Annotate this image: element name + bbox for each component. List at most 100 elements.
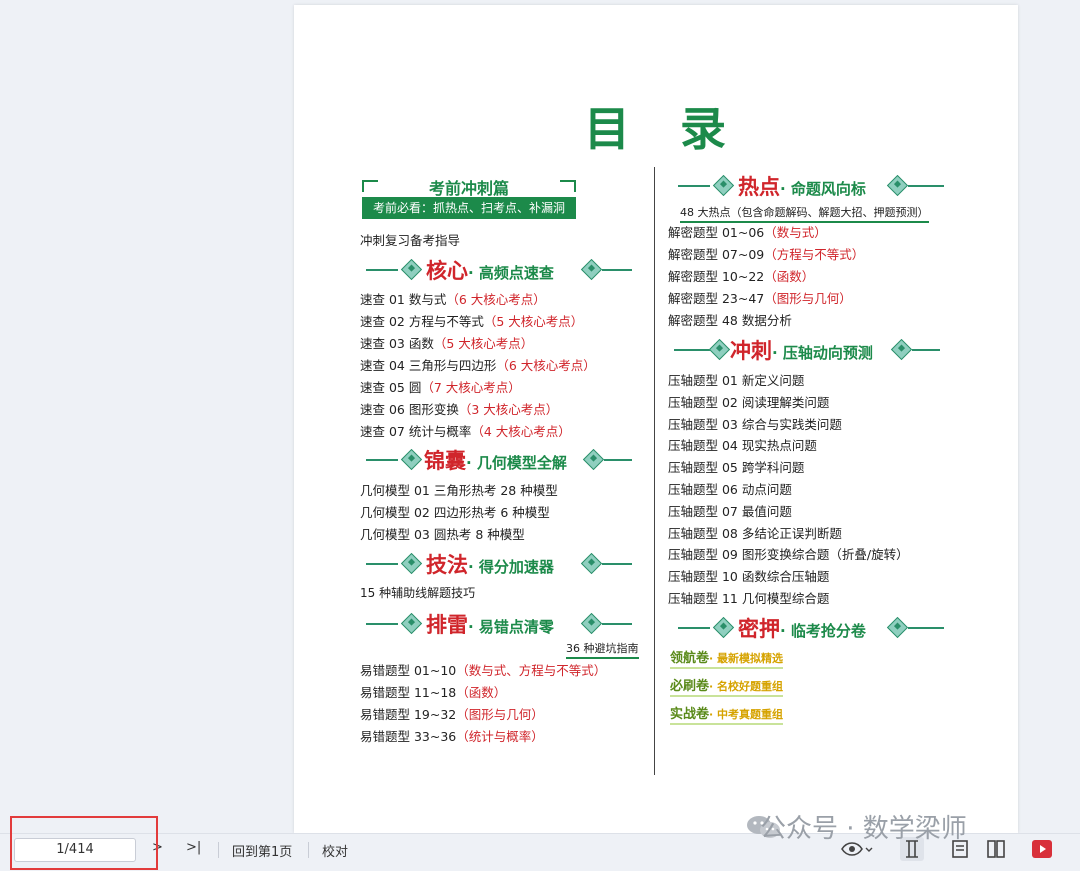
section-red-title: 热点 (738, 175, 780, 199)
section-green-title: · 几何模型全解 (466, 454, 567, 472)
proofread-button[interactable]: 校对 (322, 841, 348, 860)
final-item[interactable]: 压轴题型 02 阅读理解类问题 (668, 395, 829, 411)
hotspot-item[interactable]: 解密题型 48 数据分析 (668, 313, 792, 329)
column-divider (654, 167, 655, 775)
hotspot-item-label: 解密题型 01~06 (668, 225, 765, 240)
paper-item[interactable]: 实战卷· 中考真题重组 (670, 703, 784, 725)
separator (308, 842, 309, 858)
final-item[interactable]: 压轴题型 01 新定义问题 (668, 373, 804, 389)
ornament-line (366, 459, 398, 461)
hotspot-item-note: （数与式） (764, 225, 827, 240)
diamond-icon (580, 258, 603, 281)
sprint-section-subtitle: 考前必看：抓热点、扫考点、补漏洞 (362, 197, 576, 219)
model-item[interactable]: 几何模型 03 圆热考 8 种模型 (360, 527, 525, 543)
final-item[interactable]: 压轴题型 04 现实热点问题 (668, 438, 817, 454)
final-item-label: 压轴题型 10 函数综合压轴题 (668, 569, 830, 585)
core-item[interactable]: 速查 03 函数（5 大核心考点） (360, 336, 533, 352)
hotspot-item[interactable]: 解密题型 01~06（数与式） (668, 225, 827, 241)
core-item[interactable]: 速查 06 图形变换（3 大核心考点） (360, 402, 558, 418)
final-item[interactable]: 压轴题型 05 跨学科问题 (668, 460, 804, 476)
hotspot-item-note: （函数） (764, 269, 815, 284)
paper-desc: · 最新模拟精选 (709, 652, 784, 665)
ornament-line (912, 349, 940, 351)
core-item-note: （6 大核心考点） (446, 292, 546, 307)
core-item[interactable]: 速查 02 方程与不等式（5 大核心考点） (360, 314, 583, 330)
core-item-label: 速查 02 方程与不等式 (360, 314, 484, 329)
ornament-line (366, 269, 398, 271)
ornament-line (604, 459, 632, 461)
section-green-title: · 命题风向标 (780, 180, 866, 198)
ornament-line (366, 623, 398, 625)
core-item-label: 速查 05 圆 (360, 380, 422, 395)
pitfall-item[interactable]: 易错题型 19~32（图形与几何） (360, 707, 544, 723)
final-item[interactable]: 压轴题型 03 综合与实践类问题 (668, 417, 842, 433)
model-item[interactable]: 几何模型 01 三角形热考 28 种模型 (360, 483, 558, 499)
pitfall-item[interactable]: 易错题型 33~36（统计与概率） (360, 729, 544, 745)
final-item-label: 压轴题型 02 阅读理解类问题 (668, 394, 830, 410)
hotspot-item-label: 解密题型 07~09 (668, 247, 765, 262)
final-item-label: 压轴题型 08 多结论正误判断题 (668, 525, 842, 541)
jifa-item[interactable]: 15 种辅助线解题技巧 (360, 585, 475, 601)
diamond-icon (580, 612, 603, 635)
core-item[interactable]: 速查 07 统计与概率（4 大核心考点） (360, 424, 571, 440)
page-indicator-highlight (10, 816, 158, 870)
diamond-icon (580, 552, 603, 575)
ornament-line (908, 627, 944, 629)
ornament-line (908, 185, 944, 187)
section-jifa: 技法· 得分加速器 (366, 549, 632, 579)
final-item-label: 压轴题型 09 图形变换综合题（折叠/旋转） (668, 547, 909, 563)
pitfall-item[interactable]: 易错题型 01~10（数与式、方程与不等式） (360, 663, 606, 679)
back-to-first-page-button[interactable]: 回到第1页 (232, 841, 292, 860)
final-item-label: 压轴题型 01 新定义问题 (668, 373, 805, 388)
final-item[interactable]: 压轴题型 10 函数综合压轴题 (668, 569, 829, 585)
model-item-label: 几何模型 01 三角形热考 28 种模型 (360, 483, 558, 498)
final-item[interactable]: 压轴题型 06 动点问题 (668, 482, 792, 498)
pitfall-item-label: 易错题型 19~32 (360, 707, 457, 722)
model-item-label: 几何模型 03 圆热考 8 种模型 (360, 527, 525, 542)
section-green-title: · 易错点清零 (468, 618, 554, 636)
hotspot-item-label: 解密题型 10~22 (668, 269, 765, 284)
final-item-label: 压轴题型 03 综合与实践类问题 (668, 416, 842, 432)
pitfall-item[interactable]: 易错题型 11~18（函数） (360, 685, 506, 701)
core-item-note: （5 大核心考点） (483, 314, 584, 329)
guide-item[interactable]: 冲刺复习备考指导 (360, 233, 460, 249)
paper-item[interactable]: 必刷卷· 名校好题重组 (670, 675, 784, 697)
section-green-title: · 高频点速查 (468, 264, 554, 282)
last-page-button[interactable]: >| (186, 840, 201, 855)
hotspot-item[interactable]: 解密题型 23~47（图形与几何） (668, 291, 852, 307)
paper-desc: · 中考真题重组 (709, 708, 784, 721)
diamond-icon (886, 616, 909, 639)
section-green-title: · 得分加速器 (468, 558, 554, 576)
final-item[interactable]: 压轴题型 08 多结论正误判断题 (668, 526, 842, 542)
final-item[interactable]: 压轴题型 09 图形变换综合题（折叠/旋转） (668, 547, 909, 563)
section-miya: 密押· 临考抢分卷 (678, 613, 944, 643)
final-item-label: 压轴题型 06 动点问题 (668, 482, 792, 497)
core-item-note: （5 大核心考点） (433, 336, 534, 351)
final-item[interactable]: 压轴题型 11 几何模型综合题 (668, 591, 829, 607)
final-item[interactable]: 压轴题型 07 最值问题 (668, 504, 792, 520)
core-item-label: 速查 03 函数 (360, 336, 434, 351)
hotspot-item-note: （图形与几何） (764, 291, 852, 306)
hotspot-item-note: （方程与不等式） (764, 247, 865, 262)
pitfall-item-label: 易错题型 33~36 (360, 729, 457, 744)
core-item[interactable]: 速查 05 圆（7 大核心考点） (360, 380, 521, 396)
section-green-title: · 临考抢分卷 (780, 622, 866, 640)
play-slideshow-icon[interactable] (1030, 837, 1054, 861)
diamond-icon (400, 258, 423, 281)
ornament-line (678, 627, 710, 629)
core-item[interactable]: 速查 01 数与式（6 大核心考点） (360, 292, 546, 308)
pitfall-item-note: （统计与概率） (456, 729, 544, 744)
paper-desc: · 名校好题重组 (709, 680, 784, 693)
dual-page-view-icon[interactable] (984, 837, 1008, 861)
page-title: 目 录 (584, 102, 728, 156)
hotspot-item[interactable]: 解密题型 10~22（函数） (668, 269, 814, 285)
model-item[interactable]: 几何模型 02 四边形热考 6 种模型 (360, 505, 550, 521)
core-item[interactable]: 速查 04 三角形与四边形（6 大核心考点） (360, 358, 596, 374)
section-red-title: 核心 (426, 259, 468, 283)
hotspot-item[interactable]: 解密题型 07~09（方程与不等式） (668, 247, 864, 263)
paper-item[interactable]: 领航卷· 最新模拟精选 (670, 647, 784, 669)
model-item-label: 几何模型 02 四边形热考 6 种模型 (360, 505, 550, 520)
document-viewer[interactable]: 目 录 考前冲刺篇 考前必看：抓热点、扫考点、补漏洞 冲刺复习备考指导 核心· … (0, 0, 1080, 833)
section-red-title: 排雷 (426, 613, 468, 637)
hotspot-item-label: 解密题型 23~47 (668, 291, 765, 306)
